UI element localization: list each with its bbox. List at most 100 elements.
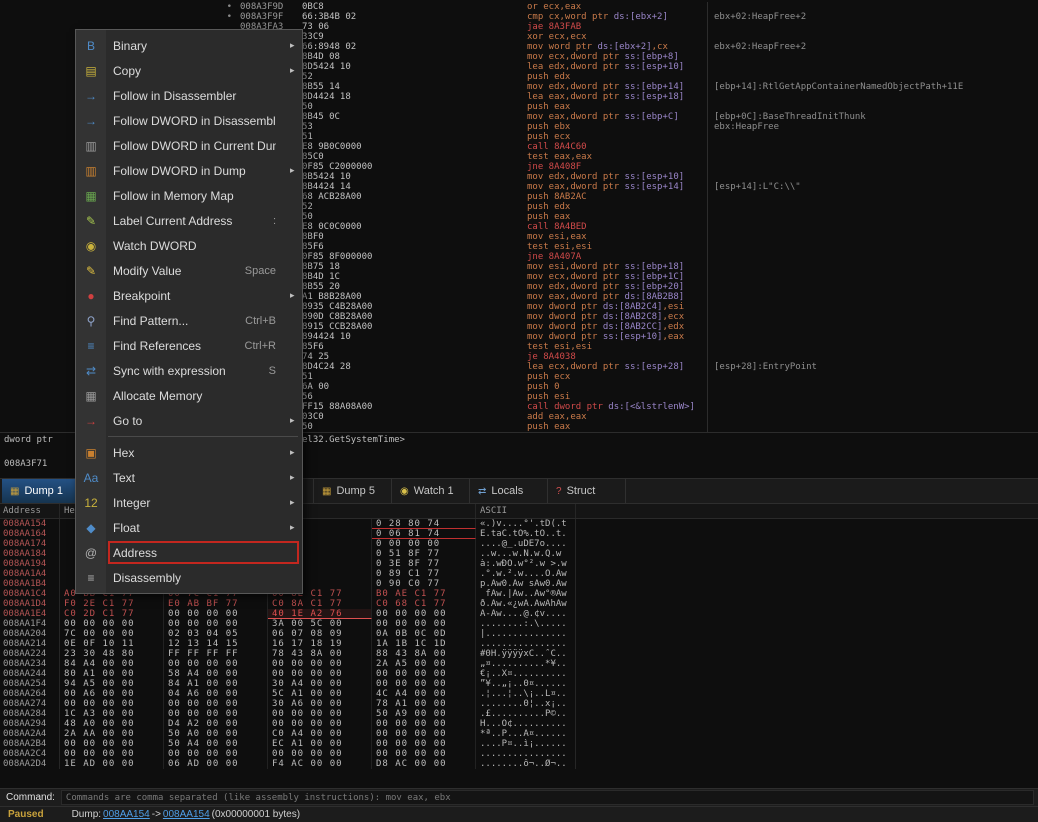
hex-byte-group[interactable]: 48 A0 00 00 bbox=[60, 719, 164, 729]
hex-dump-row[interactable]: 008AA1E4C0 2D C1 7700 00 00 0040 1E A2 7… bbox=[0, 609, 1038, 619]
hex-byte-group[interactable]: 50 A0 00 00 bbox=[164, 729, 268, 739]
hex-byte-group[interactable]: 00 00 00 00 bbox=[164, 699, 268, 709]
hex-byte-group[interactable]: 84 A4 00 00 bbox=[60, 659, 164, 669]
hex-byte-group[interactable]: 00 00 00 00 bbox=[372, 719, 476, 729]
hex-byte-group[interactable]: 50 A4 00 00 bbox=[164, 739, 268, 749]
hex-byte-group[interactable]: C0 8A C1 77 bbox=[268, 599, 372, 609]
hex-byte-group[interactable]: 00 00 00 00 bbox=[372, 609, 476, 619]
hex-byte-group[interactable]: D8 AC 00 00 bbox=[372, 759, 476, 769]
menu-item-text[interactable]: AaText▸ bbox=[76, 465, 302, 490]
hex-byte-group[interactable]: 06 AD 00 00 bbox=[164, 759, 268, 769]
hex-row-address[interactable]: 008AA1E4 bbox=[0, 609, 60, 619]
hex-byte-group[interactable]: 80 A1 00 00 bbox=[60, 669, 164, 679]
hex-row-address[interactable]: 008AA294 bbox=[0, 719, 60, 729]
hex-row-address[interactable]: 008AA184 bbox=[0, 549, 60, 559]
tab-watch-1[interactable]: ◉Watch 1 bbox=[392, 479, 470, 503]
hex-byte-group[interactable]: 06 07 08 09 bbox=[268, 629, 372, 639]
hex-row-address[interactable]: 008AA2A4 bbox=[0, 729, 60, 739]
hex-dump-row[interactable]: 008AA1D4F0 2E C1 77E0 AB BF 77C0 8A C1 7… bbox=[0, 599, 1038, 609]
menu-item-follow-in-memory-map[interactable]: ▦Follow in Memory Map bbox=[76, 183, 302, 208]
hex-byte-group[interactable]: 23 30 48 80 bbox=[60, 649, 164, 659]
hex-dump-row[interactable]: 008AA25494 A5 00 0084 A1 00 0030 A4 00 0… bbox=[0, 679, 1038, 689]
hex-byte-group[interactable]: 0A 0B 0C 0D bbox=[372, 629, 476, 639]
hex-row-address[interactable]: 008AA1D4 bbox=[0, 599, 60, 609]
hex-byte-group[interactable]: 00 00 00 00 bbox=[60, 619, 164, 629]
menu-item-follow-in-disassembler[interactable]: →Follow in Disassembler bbox=[76, 83, 302, 108]
hex-byte-group[interactable]: C0 2D C1 77 bbox=[60, 609, 164, 619]
hex-byte-group[interactable]: 00 00 00 00 bbox=[60, 739, 164, 749]
menu-item-copy[interactable]: ▤Copy▸ bbox=[76, 58, 302, 83]
hex-dump-row[interactable]: 008AA27400 00 00 0000 00 00 0030 A6 00 0… bbox=[0, 699, 1038, 709]
hex-byte-group[interactable]: 00 00 00 00 bbox=[372, 739, 476, 749]
disasm-row[interactable]: •008A3F9D0BC8or ecx,eax bbox=[0, 2, 1038, 12]
hex-byte-group[interactable]: 7C 00 00 00 bbox=[60, 629, 164, 639]
hex-byte-group[interactable]: 00 00 00 00 bbox=[372, 619, 476, 629]
hex-byte-group[interactable]: 00 00 00 00 bbox=[164, 749, 268, 759]
hex-byte-group[interactable]: 50 A9 00 00 bbox=[372, 709, 476, 719]
hex-row-address[interactable]: 008AA1C4 bbox=[0, 589, 60, 599]
hex-row-address[interactable]: 008AA1A4 bbox=[0, 569, 60, 579]
hex-row-address[interactable]: 008AA234 bbox=[0, 659, 60, 669]
tab-struct[interactable]: ?Struct bbox=[548, 479, 626, 503]
hex-byte-group[interactable]: 4C A4 00 00 bbox=[372, 689, 476, 699]
hex-byte-group[interactable]: 58 A4 00 00 bbox=[164, 669, 268, 679]
hex-byte-group[interactable]: 84 A1 00 00 bbox=[164, 679, 268, 689]
hex-byte-group[interactable]: C0 68 C1 77 bbox=[372, 599, 476, 609]
menu-item-follow-dword-in-current-dump[interactable]: ▥Follow DWORD in Current Dump bbox=[76, 133, 302, 158]
hex-byte-group[interactable]: 0 06 81 74 bbox=[372, 529, 476, 539]
menu-item-sync-with-expression[interactable]: ⇄Sync with expressionS bbox=[76, 358, 302, 383]
hex-byte-group[interactable]: FF FF FF FF bbox=[164, 649, 268, 659]
menu-item-label-current-address[interactable]: ✎Label Current Address: bbox=[76, 208, 302, 233]
hex-dump-row[interactable]: 008AA22423 30 48 80FF FF FF FF78 43 8A 0… bbox=[0, 649, 1038, 659]
tab-dump-5[interactable]: ▦Dump 5 bbox=[314, 479, 392, 503]
hex-row-address[interactable]: 008AA1B4 bbox=[0, 579, 60, 589]
hex-byte-group[interactable]: 2A AA 00 00 bbox=[60, 729, 164, 739]
hex-row-address[interactable]: 008AA274 bbox=[0, 699, 60, 709]
hex-byte-group[interactable]: 00 00 00 00 bbox=[268, 659, 372, 669]
hex-byte-group[interactable]: 0 90 C0 77 bbox=[372, 579, 476, 589]
hex-byte-group[interactable]: 0E 0F 10 11 bbox=[60, 639, 164, 649]
hex-dump-row[interactable]: 008AA2D41E AD 00 0006 AD 00 00F4 AC 00 0… bbox=[0, 759, 1038, 769]
hex-byte-group[interactable]: 88 43 8A 00 bbox=[372, 649, 476, 659]
hex-byte-group[interactable]: 00 00 00 00 bbox=[372, 749, 476, 759]
menu-item-integer[interactable]: 12Integer▸ bbox=[76, 490, 302, 515]
hex-byte-group[interactable]: D4 A2 00 00 bbox=[164, 719, 268, 729]
hex-byte-group[interactable]: 16 17 18 19 bbox=[268, 639, 372, 649]
hex-row-address[interactable]: 008AA244 bbox=[0, 669, 60, 679]
hex-byte-group[interactable]: 00 00 00 00 bbox=[268, 749, 372, 759]
hex-row-address[interactable]: 008AA174 bbox=[0, 539, 60, 549]
hex-byte-group[interactable]: 00 00 00 00 bbox=[268, 719, 372, 729]
hex-dump-row[interactable]: 008AA2C400 00 00 0000 00 00 0000 00 00 0… bbox=[0, 749, 1038, 759]
menu-item-follow-dword-in-disassembler[interactable]: →Follow DWORD in Disassembler bbox=[76, 108, 302, 133]
hex-byte-group[interactable]: 30 A6 00 00 bbox=[268, 699, 372, 709]
hex-byte-group[interactable]: 00 00 00 00 bbox=[372, 679, 476, 689]
hex-byte-group[interactable]: 40 1E A2 76 bbox=[268, 609, 372, 619]
hex-byte-group[interactable]: 0 00 00 00 bbox=[372, 539, 476, 549]
hex-byte-group[interactable]: 94 A5 00 00 bbox=[60, 679, 164, 689]
hex-row-address[interactable]: 008AA2D4 bbox=[0, 759, 60, 769]
hex-byte-group[interactable]: 78 43 8A 00 bbox=[268, 649, 372, 659]
hex-row-address[interactable]: 008AA194 bbox=[0, 559, 60, 569]
hex-byte-group[interactable]: 0 51 8F 77 bbox=[372, 549, 476, 559]
hex-byte-group[interactable]: 2A A5 00 00 bbox=[372, 659, 476, 669]
hex-dump-row[interactable]: 008AA2B400 00 00 0050 A4 00 00EC A1 00 0… bbox=[0, 739, 1038, 749]
hex-row-address[interactable]: 008AA224 bbox=[0, 649, 60, 659]
hex-dump-row[interactable]: 008AA24480 A1 00 0058 A4 00 0000 00 00 0… bbox=[0, 669, 1038, 679]
hex-byte-group[interactable]: 02 03 04 05 bbox=[164, 629, 268, 639]
hex-byte-group[interactable]: 00 00 00 00 bbox=[372, 729, 476, 739]
hex-byte-group[interactable]: F0 2E C1 77 bbox=[60, 599, 164, 609]
menu-item-address[interactable]: @Address bbox=[76, 540, 302, 565]
hex-byte-group[interactable]: 0 3E 8F 77 bbox=[372, 559, 476, 569]
tab-dump-1[interactable]: ▦Dump 1 bbox=[2, 479, 80, 503]
hex-byte-group[interactable]: 0 28 80 74 bbox=[372, 519, 476, 529]
hex-byte-group[interactable]: 00 00 00 00 bbox=[372, 669, 476, 679]
menu-item-modify-value[interactable]: ✎Modify ValueSpace bbox=[76, 258, 302, 283]
hex-byte-group[interactable]: F4 AC 00 00 bbox=[268, 759, 372, 769]
menu-item-float[interactable]: ◆Float▸ bbox=[76, 515, 302, 540]
hex-byte-group[interactable]: 00 00 00 00 bbox=[268, 669, 372, 679]
hex-byte-group[interactable]: E0 AB BF 77 bbox=[164, 599, 268, 609]
hex-byte-group[interactable]: 3A 00 5C 00 bbox=[268, 619, 372, 629]
hex-byte-group[interactable]: 78 A1 00 00 bbox=[372, 699, 476, 709]
hex-byte-group[interactable]: 00 00 00 00 bbox=[164, 659, 268, 669]
hex-byte-group[interactable]: 00 00 00 00 bbox=[164, 609, 268, 619]
